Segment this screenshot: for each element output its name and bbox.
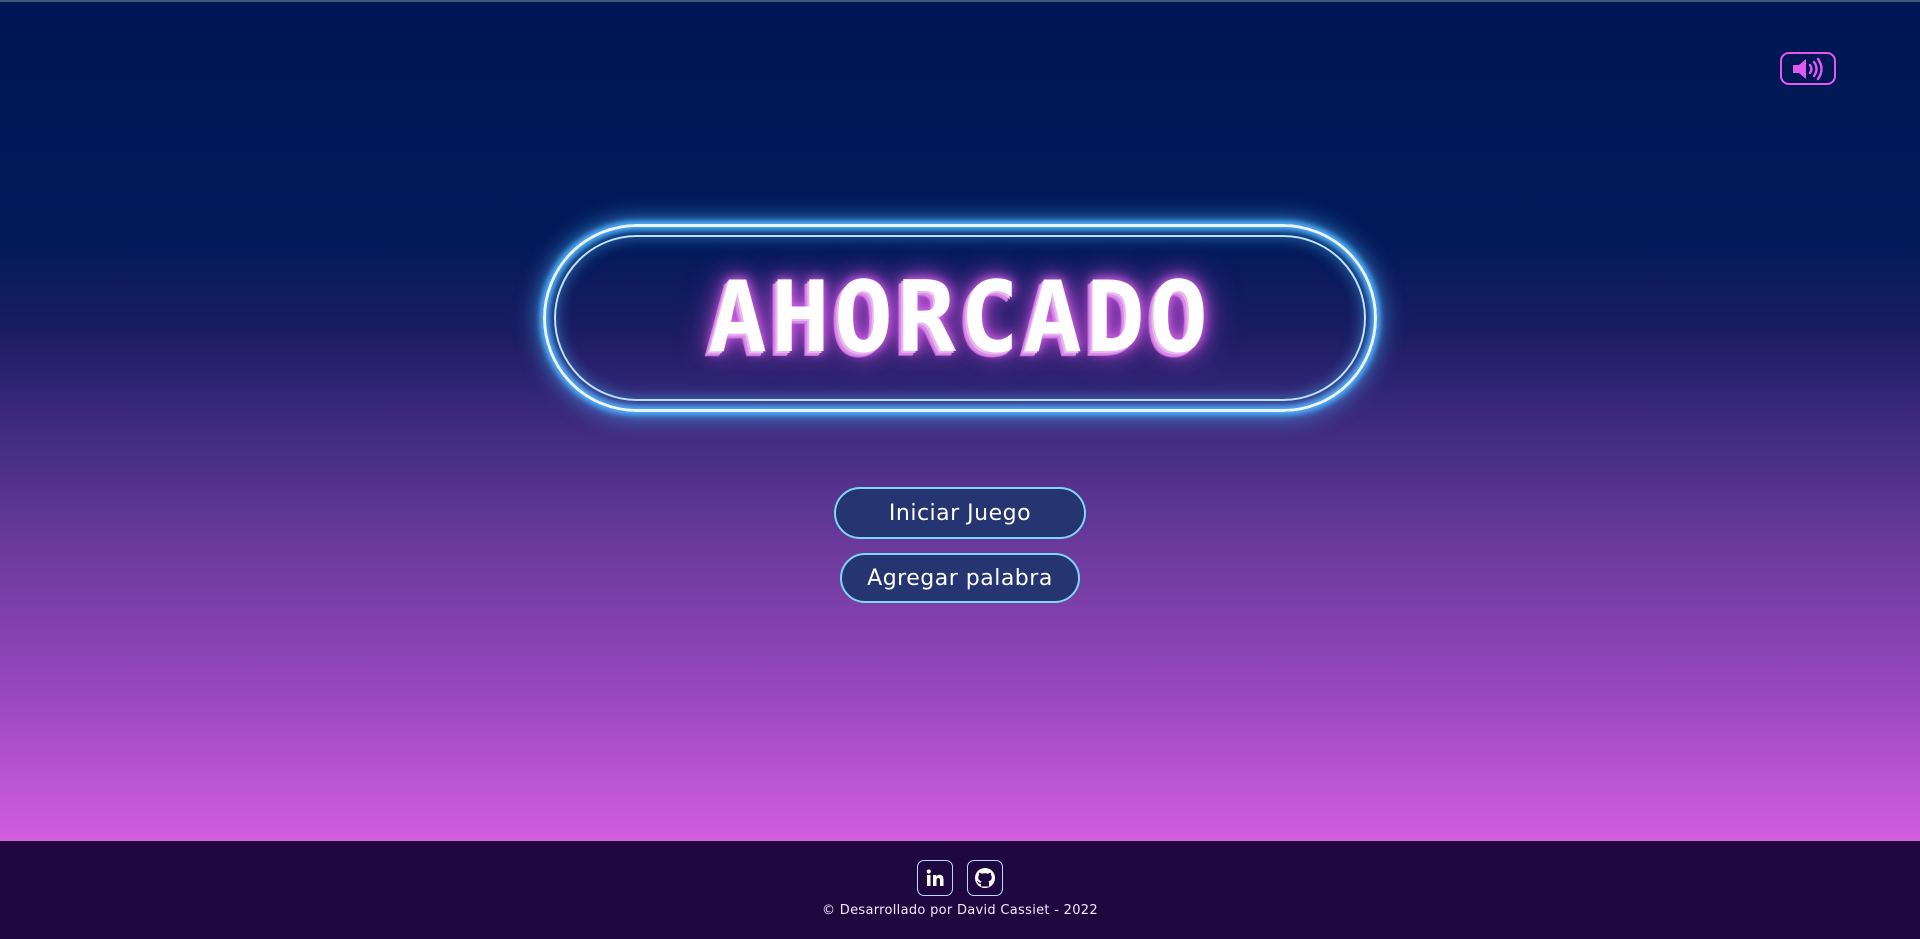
start-game-button[interactable]: Iniciar Juego — [834, 487, 1086, 539]
sound-toggle-button[interactable] — [1780, 52, 1836, 85]
game-title-sign: AHORCADO — [543, 224, 1377, 412]
footer-credits: © Desarrollado por David Cassiet - 2022 — [822, 903, 1098, 918]
linkedin-icon — [926, 869, 944, 886]
add-word-button[interactable]: Agregar palabra — [840, 553, 1080, 603]
linkedin-link[interactable] — [917, 860, 953, 896]
github-link[interactable] — [967, 860, 1003, 896]
github-icon — [975, 868, 995, 888]
volume-icon — [1793, 57, 1823, 80]
game-title: AHORCADO — [707, 261, 1212, 375]
game-background — [0, 2, 1920, 841]
footer — [0, 841, 1920, 939]
